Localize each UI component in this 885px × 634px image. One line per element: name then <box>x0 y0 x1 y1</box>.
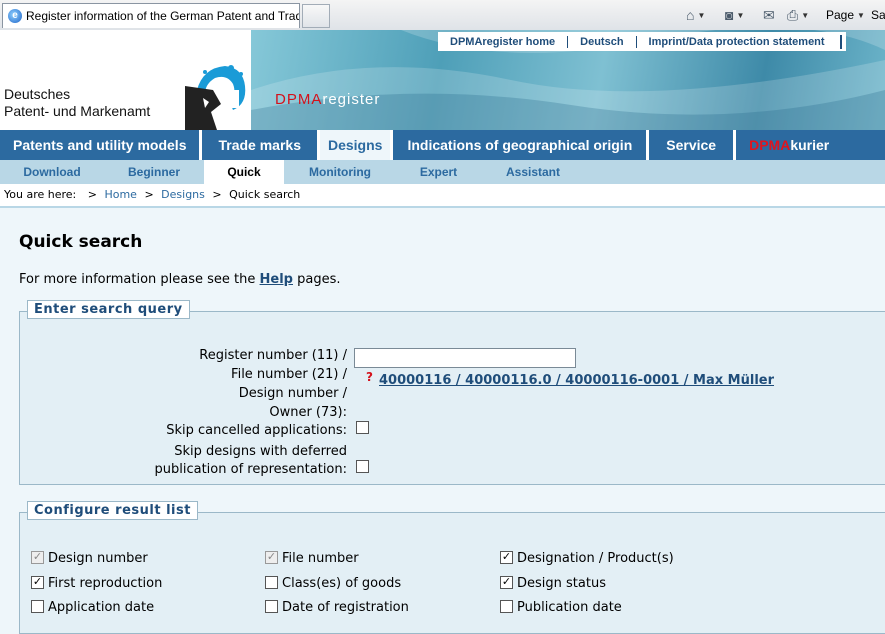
main-navigation: Patents and utility models Trade marks D… <box>0 130 885 160</box>
page-title: Quick search <box>19 232 143 252</box>
breadcrumb-prefix: You are here: <box>4 188 77 201</box>
new-tab-button[interactable] <box>302 4 330 28</box>
safety-menu[interactable]: Sa <box>871 6 885 24</box>
link-deutsch[interactable]: Deutsch <box>567 35 635 48</box>
help-link[interactable]: Help <box>260 272 293 287</box>
nav-dpmakurier[interactable]: DPMAkurier <box>736 130 842 160</box>
breadcrumb-separator: > <box>212 188 222 201</box>
sub-navigation: Download Beginner Quick Monitoring Exper… <box>0 160 885 184</box>
dpma-logo-icon[interactable] <box>183 60 249 130</box>
browser-tab[interactable]: e Register information of the German Pat… <box>2 3 300 28</box>
dpmaregister-title: DPMAregister <box>275 91 380 108</box>
design-status-checkbox[interactable]: ✓ <box>500 576 513 589</box>
subnav-monitoring[interactable]: Monitoring <box>284 160 396 184</box>
skip-cancelled-checkbox[interactable] <box>356 421 369 434</box>
rss-icon: ◙ <box>725 7 734 23</box>
chevron-down-icon: ▼ <box>801 10 810 20</box>
example-search-link[interactable]: 40000116 / 40000116.0 / 40000116-0001 / … <box>379 373 774 388</box>
subnav-assistant[interactable]: Assistant <box>481 160 585 184</box>
safety-menu-label: Sa <box>871 8 885 22</box>
info-text: For more information please see the Help… <box>19 272 341 287</box>
search-input[interactable] <box>354 348 576 368</box>
result-list-legend: Configure result list <box>27 501 198 520</box>
info-before: For more information please see the <box>19 272 256 287</box>
browser-tab-title: Register information of the German Paten… <box>26 9 300 23</box>
skip-deferred-label-2: publication of representation: <box>154 462 348 477</box>
search-query-fieldset: Enter search query Register number (11) … <box>19 300 885 485</box>
nav-designs[interactable]: Designs <box>319 130 394 160</box>
first-reproduction-option: First reproduction <box>48 576 163 591</box>
register-number-label: Register number (11) / <box>199 348 347 363</box>
divider <box>839 34 842 49</box>
publication-date-option: Publication date <box>517 600 622 615</box>
nav-patents[interactable]: Patents and utility models <box>0 130 203 160</box>
breadcrumb-separator: > <box>87 188 97 201</box>
first-reproduction-checkbox[interactable]: ✓ <box>31 576 44 589</box>
brand-name: Deutsches Patent- und Markenamt <box>4 86 150 120</box>
home-button[interactable]: ⌂ ▼ <box>686 6 705 24</box>
design-number-label: Design number / <box>238 386 347 401</box>
subnav-download[interactable]: Download <box>0 160 104 184</box>
classes-of-goods-checkbox[interactable] <box>265 576 278 589</box>
file-number-checkbox[interactable]: ✓ <box>265 551 278 564</box>
printer-icon: ⎙ <box>787 6 799 23</box>
chevron-down-icon: ▼ <box>697 10 706 20</box>
site-header: Deutsches Patent- und Markenamt DPMAregi… <box>0 30 885 130</box>
nav-service[interactable]: Service <box>649 130 737 160</box>
design-number-checkbox[interactable]: ✓ <box>31 551 44 564</box>
page-menu[interactable]: Page ▼ <box>826 6 865 24</box>
home-icon: ⌂ <box>686 7 695 23</box>
designation-product-checkbox[interactable]: ✓ <box>500 551 513 564</box>
design-status-option: Design status <box>517 576 606 591</box>
brand-area: Deutsches Patent- und Markenamt <box>0 30 250 130</box>
result-list-fieldset: Configure result list ✓ Design number ✓ … <box>19 501 885 634</box>
search-query-legend: Enter search query <box>27 300 190 319</box>
designation-product-option: Designation / Product(s) <box>517 551 674 566</box>
chevron-down-icon: ▼ <box>736 10 745 20</box>
file-number-option: File number <box>282 551 359 566</box>
page-menu-label: Page <box>826 8 855 22</box>
chevron-down-icon: ▼ <box>857 10 865 20</box>
main-content: Quick search For more information please… <box>0 208 885 634</box>
application-date-checkbox[interactable] <box>31 600 44 613</box>
kurier-red: DPMA <box>749 137 791 153</box>
feeds-button[interactable]: ◙ ▼ <box>725 6 744 24</box>
file-number-label: File number (21) / <box>231 367 347 382</box>
nav-trade-marks[interactable]: Trade marks <box>202 130 320 160</box>
brand-line-1: Deutsches <box>4 86 71 102</box>
breadcrumb-home[interactable]: Home <box>104 188 136 201</box>
print-button[interactable]: ⎙ ▼ <box>787 6 809 24</box>
subnav-expert[interactable]: Expert <box>396 160 481 184</box>
mail-button[interactable]: ✉ <box>763 6 775 24</box>
top-links: DPMAregister home Deutsch Imprint/Data p… <box>438 32 846 51</box>
owner-label: Owner (73): <box>269 405 347 420</box>
register-title-red: DPMA <box>275 91 323 108</box>
link-dpmaregister-home[interactable]: DPMAregister home <box>438 36 567 48</box>
subnav-beginner[interactable]: Beginner <box>104 160 204 184</box>
breadcrumb-designs[interactable]: Designs <box>161 188 205 201</box>
date-of-registration-checkbox[interactable] <box>265 600 278 613</box>
breadcrumb-current: Quick search <box>229 188 301 201</box>
skip-deferred-label-1: Skip designs with deferred <box>174 444 347 459</box>
brand-line-2: Patent- und Markenamt <box>4 103 151 119</box>
nav-geographical-origin[interactable]: Indications of geographical origin <box>393 130 650 160</box>
breadcrumb: You are here: > Home > Designs > Quick s… <box>0 184 885 208</box>
application-date-option: Application date <box>48 600 155 615</box>
skip-cancelled-label: Skip cancelled applications: <box>166 423 347 438</box>
link-imprint[interactable]: Imprint/Data protection statement <box>635 35 837 48</box>
publication-date-checkbox[interactable] <box>500 600 513 613</box>
design-number-option: Design number <box>48 551 148 566</box>
breadcrumb-separator: > <box>144 188 154 201</box>
info-after: pages. <box>297 272 341 287</box>
help-question-icon[interactable]: ? <box>366 370 373 384</box>
browser-tab-bar: e Register information of the German Pat… <box>0 0 885 31</box>
register-title-white: register <box>322 91 381 108</box>
kurier-white: kurier <box>790 137 830 153</box>
internet-explorer-icon: e <box>8 9 22 23</box>
subnav-quick[interactable]: Quick <box>204 160 284 184</box>
date-of-registration-option: Date of registration <box>282 600 409 615</box>
classes-of-goods-option: Class(es) of goods <box>282 576 402 591</box>
mail-icon: ✉ <box>763 6 775 23</box>
skip-deferred-checkbox[interactable] <box>356 460 369 473</box>
